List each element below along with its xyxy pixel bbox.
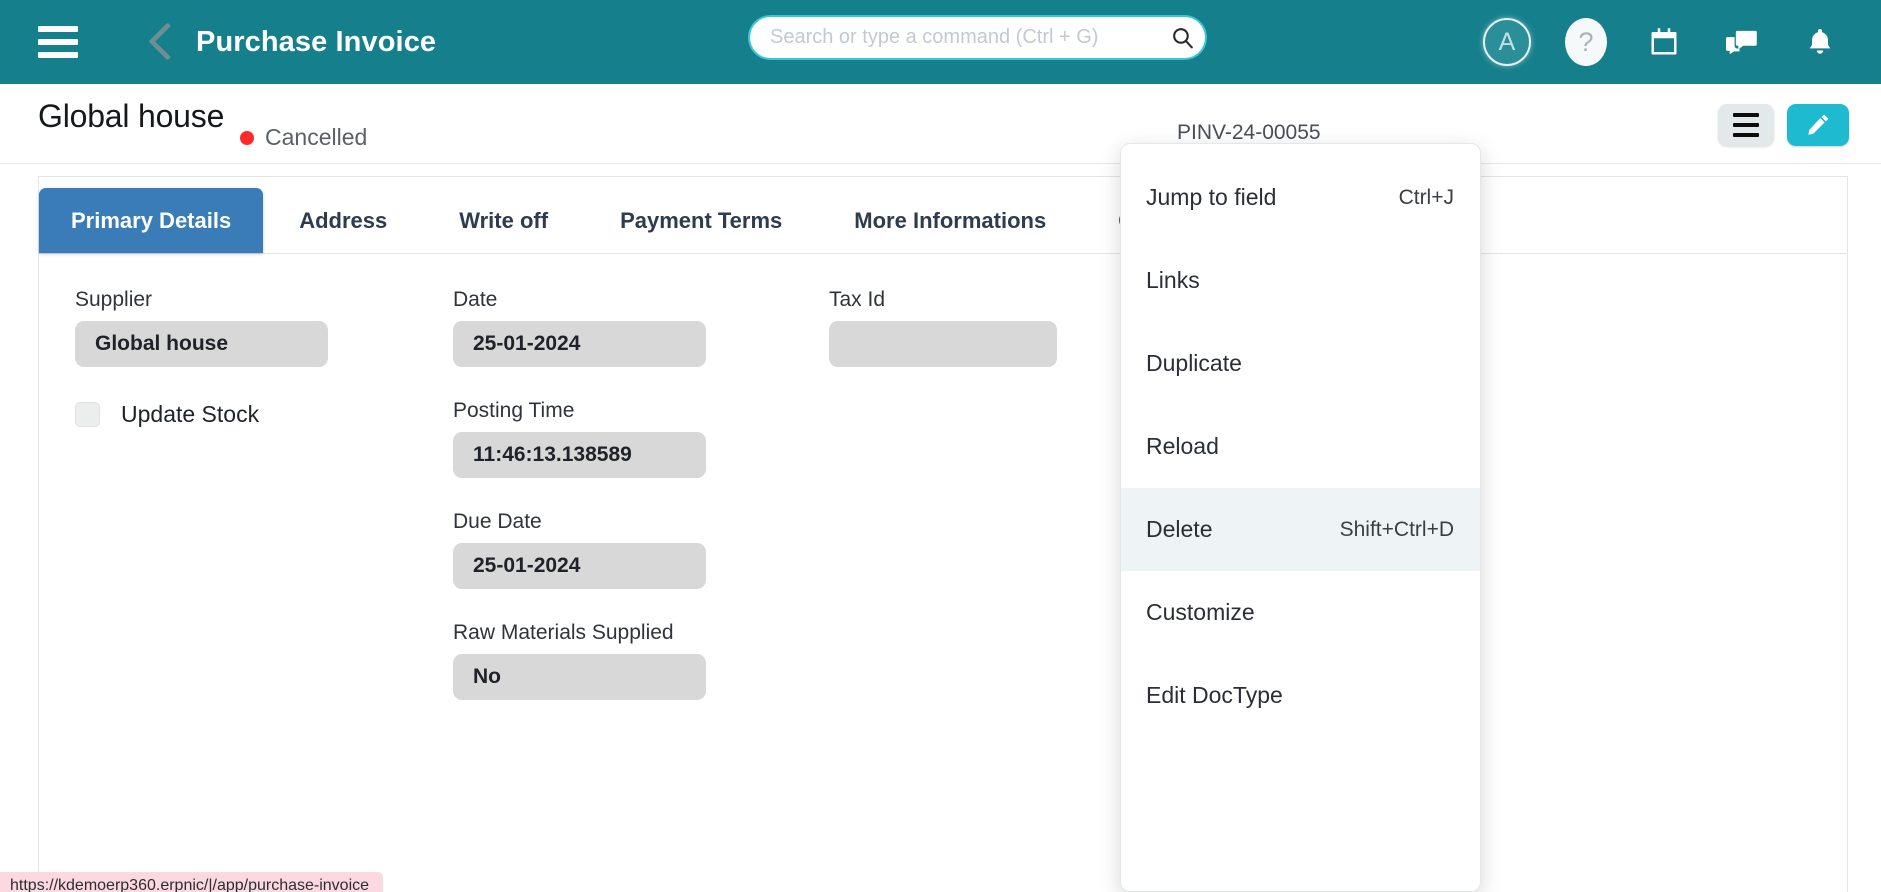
field-posting-time: Posting Time 11:46:13.138589	[453, 399, 833, 478]
search-input[interactable]	[750, 26, 1159, 49]
bell-icon[interactable]	[1799, 21, 1841, 63]
chat-icon[interactable]	[1721, 21, 1763, 63]
menu-bar-icon	[1733, 133, 1759, 137]
tab-write-off[interactable]: Write off	[423, 188, 584, 253]
menu-item-shortcut: Shift+Ctrl+D	[1339, 517, 1454, 541]
form-fields: Supplier Global house Update Stock Date …	[39, 254, 1847, 892]
field-date: Date 25-01-2024	[453, 288, 833, 367]
help-glyph: ?	[1578, 26, 1594, 57]
search-box[interactable]	[750, 17, 1205, 58]
form-column-middle: Date 25-01-2024 Posting Time 11:46:13.13…	[453, 288, 833, 732]
field-supplier: Supplier Global house	[75, 288, 455, 367]
menu-bar-icon	[1733, 123, 1759, 127]
tab-payment-terms[interactable]: Payment Terms	[584, 188, 818, 253]
menu-item-label: Reload	[1146, 433, 1219, 459]
field-due-date: Due Date 25-01-2024	[453, 510, 833, 589]
field-value-due-date[interactable]: 25-01-2024	[453, 543, 706, 589]
menu-bar-icon	[1733, 113, 1759, 117]
edit-button[interactable]	[1787, 104, 1849, 146]
page-title: Global house	[38, 98, 225, 134]
tab-primary-details[interactable]: Primary Details	[39, 188, 264, 253]
field-value-supplier[interactable]: Global house	[75, 321, 328, 367]
status-label: Cancelled	[265, 124, 368, 150]
menu-item-jump-to-field[interactable]: Jump to field Ctrl+J	[1121, 156, 1480, 239]
status-url-bar: https://kdemoerp360.erpnic/|/app/purchas…	[0, 872, 384, 892]
menu-item-customize[interactable]: Customize	[1121, 571, 1480, 654]
update-stock-row[interactable]: Update Stock	[75, 401, 455, 428]
menu-button[interactable]	[1718, 104, 1774, 146]
update-stock-checkbox[interactable]	[75, 402, 100, 427]
form-card: Primary Details Address Write off Paymen…	[38, 176, 1848, 892]
navbar-right-icons: A ?	[1483, 0, 1881, 84]
calendar-icon[interactable]	[1643, 21, 1685, 63]
navbar-title: Purchase Invoice	[196, 25, 437, 58]
field-label-due-date: Due Date	[453, 510, 542, 533]
search-icon[interactable]	[1159, 17, 1205, 58]
field-label-date: Date	[453, 288, 498, 311]
menu-item-delete[interactable]: Delete Shift+Ctrl+D	[1121, 488, 1480, 571]
field-label-supplier: Supplier	[75, 288, 153, 311]
menu-item-links[interactable]: Links	[1121, 239, 1480, 322]
menu-item-label: Customize	[1146, 599, 1255, 625]
header-actions	[1718, 104, 1849, 146]
document-id: PINV-24-00055	[1177, 121, 1321, 144]
form-column-left: Supplier Global house Update Stock	[75, 288, 455, 428]
avatar-letter: A	[1498, 27, 1516, 56]
tab-more-informations[interactable]: More Informations	[818, 188, 1082, 253]
menu-item-shortcut: Ctrl+J	[1398, 185, 1454, 209]
actions-dropdown-menu: Jump to field Ctrl+J Links Duplicate Rel…	[1120, 143, 1481, 892]
menu-item-label: Jump to field	[1146, 184, 1277, 210]
hamburger-icon[interactable]	[38, 26, 78, 58]
field-value-posting-time[interactable]: 11:46:13.138589	[453, 432, 706, 478]
help-icon[interactable]: ?	[1565, 18, 1607, 66]
chevron-left-icon[interactable]	[148, 20, 174, 64]
tab-bar: Primary Details Address Write off Paymen…	[39, 177, 1847, 254]
menu-item-label: Delete	[1146, 516, 1213, 542]
page-header: Global house Cancelled PINV-24-00055	[0, 84, 1881, 164]
status-badge: Cancelled	[240, 124, 367, 151]
pencil-icon	[1808, 114, 1829, 135]
update-stock-label: Update Stock	[121, 401, 260, 427]
field-value-tax-id[interactable]	[829, 321, 1057, 367]
field-label-posting-time: Posting Time	[453, 399, 575, 422]
top-navbar: Purchase Invoice A ?	[0, 0, 1881, 84]
field-value-date[interactable]: 25-01-2024	[453, 321, 706, 367]
menu-item-duplicate[interactable]: Duplicate	[1121, 322, 1480, 405]
field-raw-materials-supplied: Raw Materials Supplied No	[453, 621, 833, 700]
menu-item-label: Edit DocType	[1146, 682, 1283, 708]
page-content: Primary Details Address Write off Paymen…	[0, 165, 1881, 892]
status-dot-icon	[240, 130, 254, 145]
field-label-raw-materials-supplied: Raw Materials Supplied	[453, 621, 674, 644]
menu-item-label: Links	[1146, 267, 1200, 293]
tab-address[interactable]: Address	[263, 188, 423, 253]
menu-item-label: Duplicate	[1146, 350, 1242, 376]
avatar[interactable]: A	[1483, 18, 1531, 66]
menu-item-edit-doctype[interactable]: Edit DocType	[1121, 654, 1480, 737]
menu-item-reload[interactable]: Reload	[1121, 405, 1480, 488]
field-value-raw-materials-supplied[interactable]: No	[453, 654, 706, 700]
